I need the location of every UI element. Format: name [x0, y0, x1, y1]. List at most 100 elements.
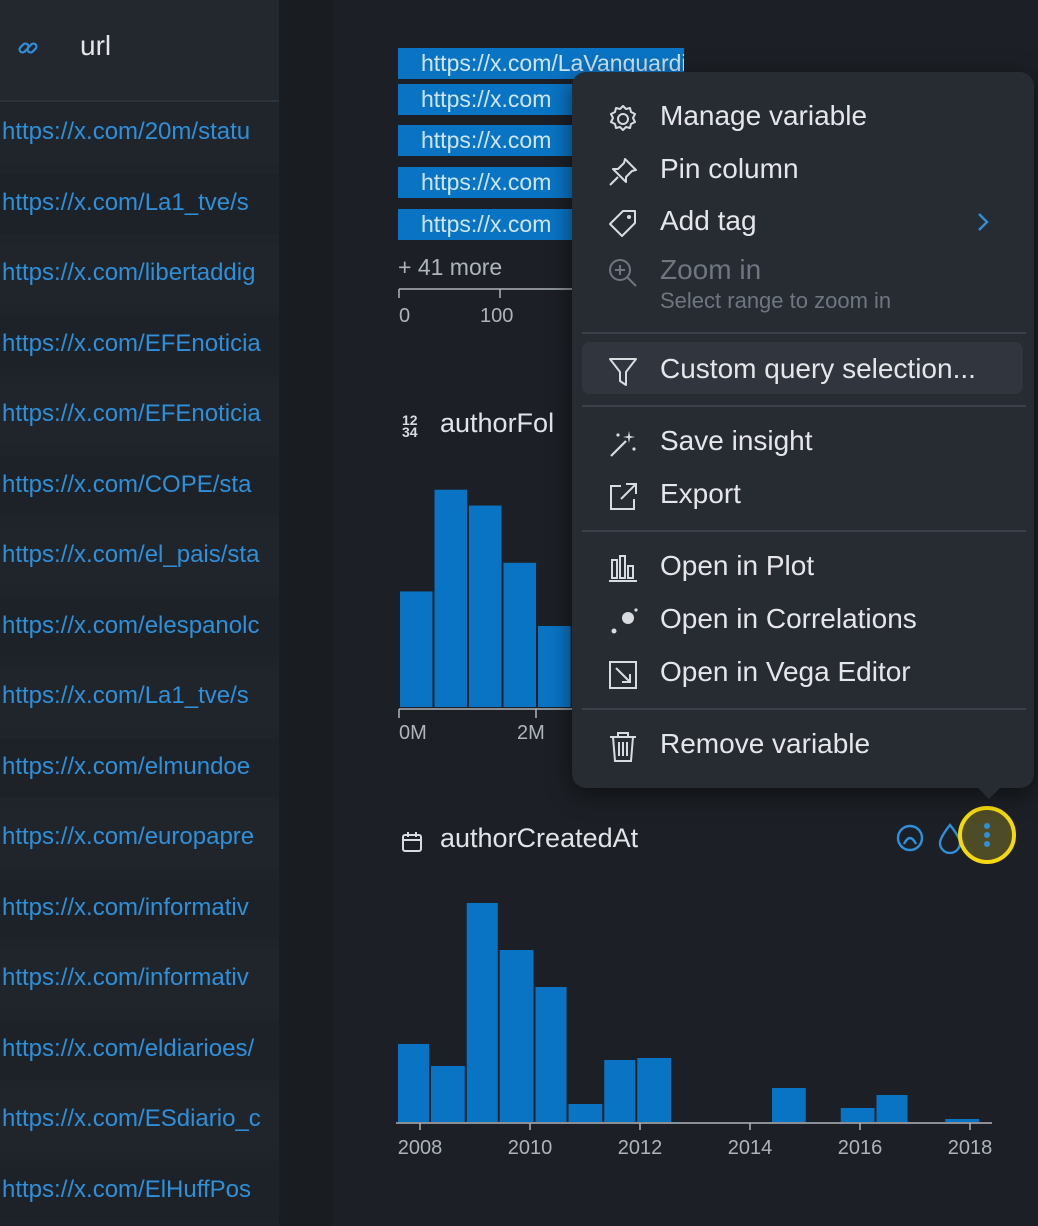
table-row[interactable]: https://x.com/informativ — [0, 878, 279, 939]
table-row[interactable]: https://x.com/elmundoe — [0, 737, 279, 798]
more-options-button[interactable] — [958, 806, 1016, 864]
panel-divider[interactable] — [279, 0, 333, 1226]
table-cell-url[interactable]: https://x.com/La1_tve/s — [2, 682, 249, 710]
table-row[interactable]: https://x.com/informativ — [0, 949, 279, 1009]
histogram-bar[interactable] — [840, 1108, 875, 1122]
histogram-bar[interactable] — [400, 591, 433, 707]
menu-item-remove-variable[interactable]: Remove variable — [572, 720, 1034, 770]
url-bar-label: https://x.com — [421, 169, 552, 195]
kebab-menu-icon — [984, 823, 990, 847]
table-row[interactable]: https://x.com/20m/statu — [0, 103, 279, 163]
export-icon — [606, 480, 640, 514]
url-bar[interactable]: https://x.com — [398, 167, 572, 198]
table-cell-url[interactable]: https://x.com/La1_tve/s — [2, 189, 249, 217]
table-row[interactable]: https://x.com/el_pais/sta — [0, 526, 279, 586]
menu-item-sublabel: Select range to zoom in — [660, 288, 892, 313]
table-cell-url[interactable]: https://x.com/EFEnoticia — [2, 330, 261, 358]
table-row[interactable]: https://x.com/ElHuffPos — [0, 1160, 279, 1221]
histogram-bar[interactable] — [503, 562, 537, 707]
table-row[interactable]: https://x.com/libertaddig — [0, 244, 279, 304]
histogram-bar[interactable] — [604, 1060, 636, 1122]
menu-item-manage-variable[interactable]: Manage variable — [572, 92, 1034, 142]
table-cell-url[interactable]: https://x.com/20m/statu — [2, 118, 250, 146]
menu-item-save-insight[interactable]: Save insight — [572, 417, 1034, 467]
menu-item-label: Save insight — [660, 425, 813, 456]
table-cell-url[interactable]: https://x.com/el_pais/sta — [2, 541, 259, 569]
url-bar-label: https://x.com — [421, 211, 552, 237]
table-cell-url[interactable]: https://x.com/ElHuffPos — [2, 1176, 251, 1204]
variable-title-followers[interactable]: authorFol — [440, 408, 554, 439]
followers-histogram[interactable] — [396, 470, 576, 720]
table-cell-url[interactable]: https://x.com/COPE/sta — [2, 471, 251, 499]
url-bar[interactable]: https://x.com — [398, 209, 572, 240]
table-cell-url[interactable]: https://x.com/ESdiario_c — [2, 1105, 261, 1133]
sparkle-icon — [606, 427, 640, 461]
menu-item-export[interactable]: Export — [572, 470, 1034, 520]
histogram-bar[interactable] — [466, 903, 498, 1122]
table-cell-url[interactable]: https://x.com/informativ — [2, 964, 249, 992]
histogram-bar[interactable] — [434, 489, 468, 707]
histogram-bar[interactable] — [945, 1119, 979, 1122]
menu-item-custom-query[interactable]: Custom query selection... — [572, 345, 1034, 395]
table-row[interactable]: https://x.com/La1_tve/s — [0, 667, 279, 727]
x-axis-tick-label: 2016 — [838, 1137, 883, 1159]
histogram-bar[interactable] — [535, 987, 567, 1122]
created-at-histogram[interactable]: 2008 2010 2012 2014 2016 2018 — [388, 890, 1018, 1170]
histogram-bar[interactable] — [568, 1104, 603, 1122]
x-axis-tick-label: 2018 — [948, 1137, 993, 1159]
menu-separator — [582, 530, 1026, 532]
menu-item-open-correlations[interactable]: Open in Correlations — [572, 595, 1034, 645]
histogram-bar[interactable] — [398, 1044, 429, 1122]
menu-item-label: Custom query selection... — [660, 353, 976, 384]
table-cell-url[interactable]: https://x.com/eldiarioes/ — [2, 1035, 254, 1063]
table-row[interactable]: https://x.com/COPE/sta — [0, 455, 279, 516]
menu-pointer — [976, 786, 1002, 799]
menu-item-add-tag[interactable]: Add tag — [572, 197, 1034, 247]
table-cell-url[interactable]: https://x.com/elmundoe — [2, 753, 250, 781]
more-label[interactable]: + 41 more — [398, 254, 502, 281]
table-row[interactable]: https://x.com/ESdiario_c — [0, 1090, 279, 1150]
table-row[interactable]: https://x.com/europapre — [0, 808, 279, 868]
histogram-bar[interactable] — [469, 505, 502, 707]
data-table: url https://x.com/20m/statu https://x.com… — [0, 0, 279, 1226]
gear-icon — [606, 102, 640, 136]
insight-icon[interactable] — [894, 822, 926, 854]
menu-item-label: Zoom in — [660, 254, 762, 285]
pin-icon — [606, 155, 640, 189]
numeric-type-icon: 12 34 — [402, 412, 418, 440]
link-icon — [16, 36, 40, 60]
table-cell-url[interactable]: https://x.com/EFEnoticia — [2, 400, 261, 428]
histogram-bar[interactable] — [431, 1066, 465, 1122]
table-row[interactable]: https://x.com/EFEnoticia — [0, 385, 279, 445]
url-bar-label: https://x.com — [421, 86, 552, 112]
calendar-icon — [400, 830, 424, 854]
followers-axis-tick-0: 0M — [399, 722, 427, 744]
menu-item-pin-column[interactable]: Pin column — [572, 145, 1034, 195]
url-axis-tick-0: 0 — [399, 305, 411, 327]
menu-item-label: Manage variable — [660, 100, 868, 131]
table-cell-url[interactable]: https://x.com/informativ — [2, 894, 249, 922]
column-header-url[interactable]: url — [0, 0, 279, 102]
histogram-bar[interactable] — [772, 1088, 806, 1122]
variable-context-menu: Manage variable Pin column Add tag Zoom … — [572, 72, 1034, 788]
table-cell-url[interactable]: https://x.com/libertaddig — [2, 259, 255, 287]
url-bar-label: https://x.com — [421, 127, 552, 153]
histogram-bar[interactable] — [499, 950, 534, 1122]
histogram-bar[interactable] — [637, 1058, 671, 1122]
table-row[interactable]: https://x.com/eldiarioes/ — [0, 1019, 279, 1080]
histogram-bar[interactable] — [876, 1095, 908, 1122]
table-cell-url[interactable]: https://x.com/elespanolc — [2, 612, 259, 640]
histogram-bar[interactable] — [538, 626, 571, 707]
variable-title-created-at[interactable]: authorCreatedAt — [440, 823, 638, 854]
url-bar[interactable]: https://x.com — [398, 84, 572, 115]
table-row[interactable]: https://x.com/La1_tve/s — [0, 173, 279, 234]
menu-item-open-vega[interactable]: Open in Vega Editor — [572, 648, 1034, 698]
table-row[interactable]: https://x.com/elespanolc — [0, 596, 279, 657]
menu-item-label: Open in Correlations — [660, 603, 917, 634]
url-axis — [398, 288, 574, 298]
table-row[interactable]: https://x.com/EFEnoticia — [0, 314, 279, 375]
url-bar[interactable]: https://x.com — [398, 125, 572, 156]
menu-item-open-plot[interactable]: Open in Plot — [572, 542, 1034, 592]
x-axis-tick-label: 2008 — [398, 1137, 443, 1159]
table-cell-url[interactable]: https://x.com/europapre — [2, 823, 254, 851]
